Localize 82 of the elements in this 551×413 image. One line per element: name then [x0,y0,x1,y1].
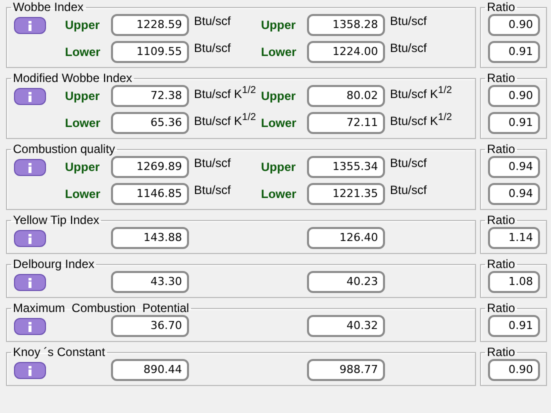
row-label: Upper [65,160,101,174]
value-field[interactable]: 1224.00 [307,41,385,63]
ratio-field[interactable]: 0.90 [488,14,540,36]
row-label: Lower [261,187,298,201]
group-title: Delbourg Index [12,257,96,271]
row-label: Lower [65,45,102,59]
group-title: Maximum Combustion Potential [12,301,190,315]
row-label: Lower [65,116,102,130]
ratio-field[interactable]: 0.94 [488,156,540,178]
info-icon [28,92,32,102]
unit-label: Btu/scf [194,14,231,28]
value-field[interactable]: 1228.59 [111,14,189,36]
ratio-field[interactable]: 0.90 [488,85,540,107]
value-field[interactable]: 1109.55 [111,41,189,63]
value-field[interactable]: 890.44 [111,359,189,381]
value-field[interactable]: 65.36 [111,112,189,134]
row-label: Upper [65,18,101,32]
info-icon [28,20,32,30]
unit-label: Btu/scf K$^{1/2}$ [390,112,452,128]
group-title: Combustion quality [12,142,116,156]
ratio-field[interactable]: 1.14 [488,227,540,249]
info-button[interactable] [14,362,46,379]
unit-label: Btu/scf [390,156,427,170]
ratio-title: Ratio [486,0,516,14]
value-field[interactable]: 43.30 [111,271,189,293]
group-title: Knoy ´s Constant [12,345,106,359]
unit-label: Btu/scf [194,183,231,197]
ratio-field[interactable]: 1.08 [488,271,540,293]
ratio-field[interactable]: 0.91 [488,112,540,134]
value-field[interactable]: 72.11 [307,112,385,134]
group-title: Yellow Tip Index [12,213,100,227]
ratio-title: Ratio [486,142,516,156]
info-button[interactable] [14,17,46,34]
value-field[interactable]: 988.77 [307,359,385,381]
ratio-field[interactable]: 0.91 [488,315,540,337]
info-icon [28,366,32,376]
row-label: Lower [261,116,298,130]
unit-label: Btu/scf [390,183,427,197]
info-button[interactable] [14,318,46,335]
value-field[interactable]: 80.02 [307,85,385,107]
ratio-title: Ratio [486,213,516,227]
info-icon [28,162,32,172]
info-button[interactable] [14,159,46,176]
value-field[interactable]: 1146.85 [111,183,189,205]
ratio-title: Ratio [486,345,516,359]
row-label: Upper [65,89,101,103]
row-label: Upper [261,160,297,174]
value-field[interactable]: 40.32 [307,315,385,337]
group-title: Wobbe Index [12,0,84,14]
unit-label: Btu/scf [390,41,427,55]
value-field[interactable]: 1355.34 [307,156,385,178]
row-label: Lower [65,187,102,201]
unit-label: Btu/scf K$^{1/2}$ [390,85,452,101]
value-field[interactable]: 1358.28 [307,14,385,36]
ratio-field[interactable]: 0.94 [488,183,540,205]
value-field[interactable]: 1221.35 [307,183,385,205]
ratio-title: Ratio [486,71,516,85]
value-field[interactable]: 40.23 [307,271,385,293]
ratio-field[interactable]: 0.91 [488,41,540,63]
info-button[interactable] [14,230,46,247]
value-field[interactable]: 126.40 [307,227,385,249]
group-title: Modified Wobbe Index [12,71,134,85]
value-field[interactable]: 1269.89 [111,156,189,178]
ratio-title: Ratio [486,301,516,315]
row-label: Upper [261,18,297,32]
info-icon [28,234,32,244]
unit-label: Btu/scf [194,156,231,170]
value-field[interactable]: 143.88 [111,227,189,249]
value-field[interactable]: 72.38 [111,85,189,107]
ratio-title: Ratio [486,257,516,271]
unit-label: Btu/scf [390,14,427,28]
row-label: Upper [261,89,297,103]
ratio-field[interactable]: 0.90 [488,359,540,381]
unit-label: Btu/scf [194,41,231,55]
row-label: Lower [261,45,298,59]
info-button[interactable] [14,88,46,105]
info-icon [28,322,32,332]
info-icon [28,278,32,288]
unit-label: Btu/scf K$^{1/2}$ [194,85,256,101]
value-field[interactable]: 36.70 [111,315,189,337]
unit-label: Btu/scf K$^{1/2}$ [194,112,256,128]
info-button[interactable] [14,274,46,291]
